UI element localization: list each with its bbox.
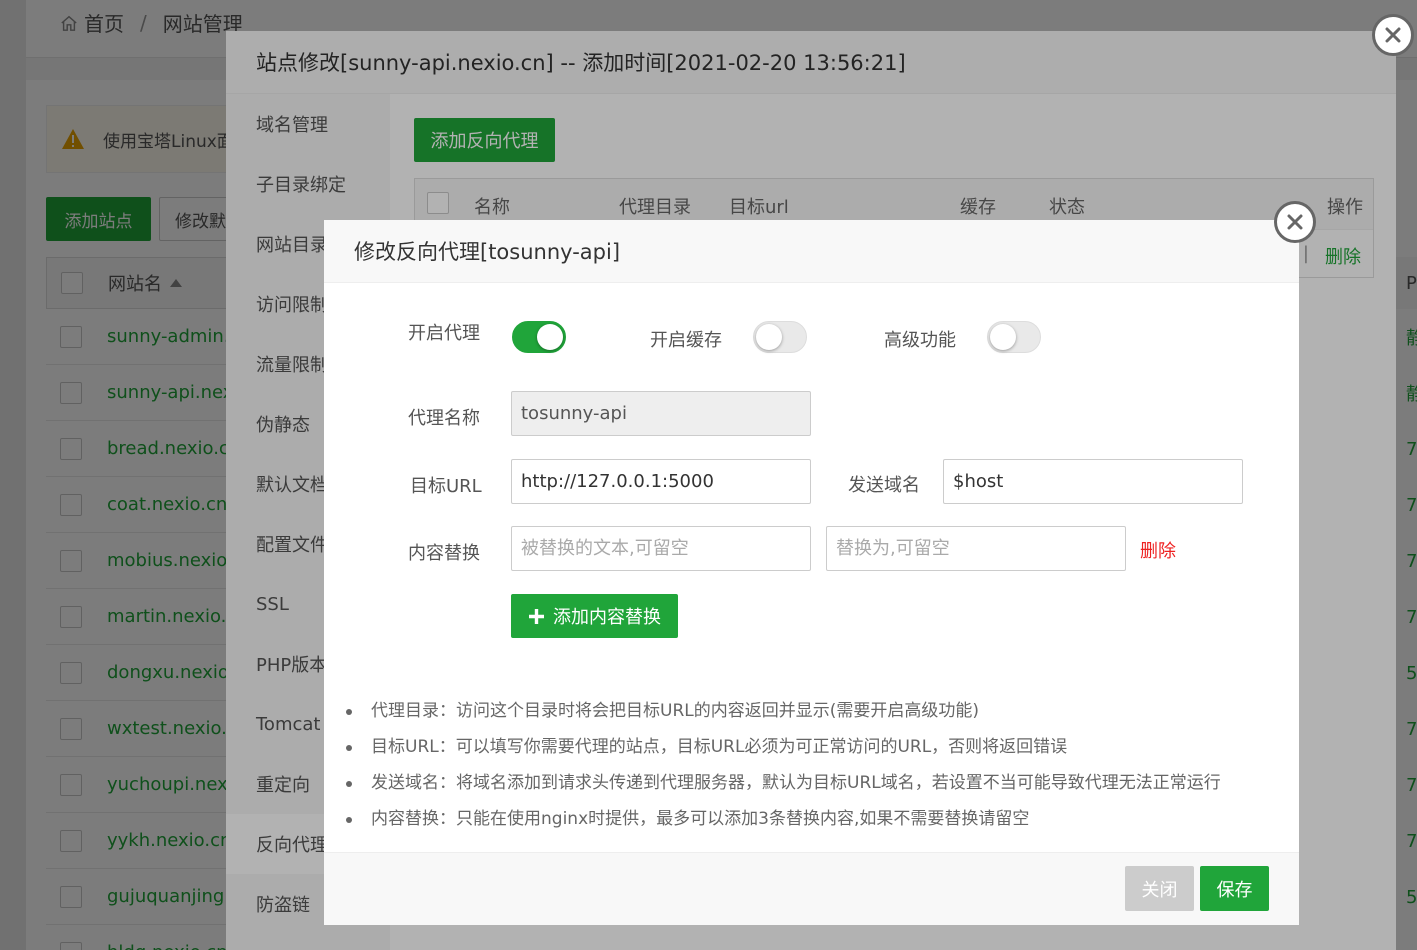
send-domain-label: 发送域名: [848, 475, 920, 496]
proxy-name-input[interactable]: [511, 391, 811, 436]
content-replace-label: 内容替换: [408, 543, 480, 564]
close-button[interactable]: 关闭: [1125, 866, 1194, 911]
advanced-label: 高级功能: [884, 330, 956, 351]
enable-cache-toggle[interactable]: [753, 321, 807, 353]
tip-item: 内容替换：只能在使用nginx时提供，最多可以添加3条替换内容,如果不需要替换请…: [344, 801, 1284, 837]
replace-to-input[interactable]: [826, 526, 1126, 571]
add-content-replace-label: 添加内容替换: [553, 607, 661, 628]
toggle-knob: [756, 324, 782, 350]
advanced-toggle[interactable]: [987, 321, 1041, 353]
toggle-knob: [537, 324, 563, 350]
target-url-input[interactable]: [511, 459, 811, 504]
close-icon: [1385, 27, 1401, 43]
save-button[interactable]: 保存: [1200, 866, 1269, 911]
proxy-dialog-title: 修改反向代理[tosunny-api]: [324, 220, 1299, 283]
enable-proxy-toggle[interactable]: [512, 321, 566, 353]
replace-from-input[interactable]: [511, 526, 811, 571]
tip-item: 目标URL：可以填写你需要代理的站点，目标URL必须为可正常访问的URL，否则将…: [344, 729, 1284, 765]
toggle-knob: [990, 324, 1016, 350]
close-icon: [1287, 214, 1303, 230]
tip-item: 代理目录：访问这个目录时将会把目标URL的内容返回并显示(需要开启高级功能): [344, 693, 1284, 729]
add-content-replace-button[interactable]: 添加内容替换: [511, 594, 678, 638]
help-tips: 代理目录：访问这个目录时将会把目标URL的内容返回并显示(需要开启高级功能) 目…: [344, 693, 1284, 837]
plus-icon: [529, 608, 544, 624]
replace-delete-link[interactable]: 删除: [1140, 537, 1176, 563]
proxy-dialog-close-button[interactable]: [1274, 201, 1316, 243]
tip-item: 发送域名：将域名添加到请求头传递到代理服务器，默认为目标URL域名，若设置不当可…: [344, 765, 1284, 801]
target-url-label: 目标URL: [410, 476, 482, 497]
enable-proxy-label: 开启代理: [408, 323, 480, 344]
proxy-dialog-footer: 关闭 保存: [324, 852, 1299, 925]
send-domain-input[interactable]: [943, 459, 1243, 504]
proxy-edit-dialog: 修改反向代理[tosunny-api] 开启代理 开启缓存 高级功能 代理名称 …: [324, 220, 1299, 925]
site-dialog-close-button[interactable]: [1372, 14, 1414, 56]
enable-cache-label: 开启缓存: [650, 330, 722, 351]
proxy-name-label: 代理名称: [408, 408, 480, 429]
